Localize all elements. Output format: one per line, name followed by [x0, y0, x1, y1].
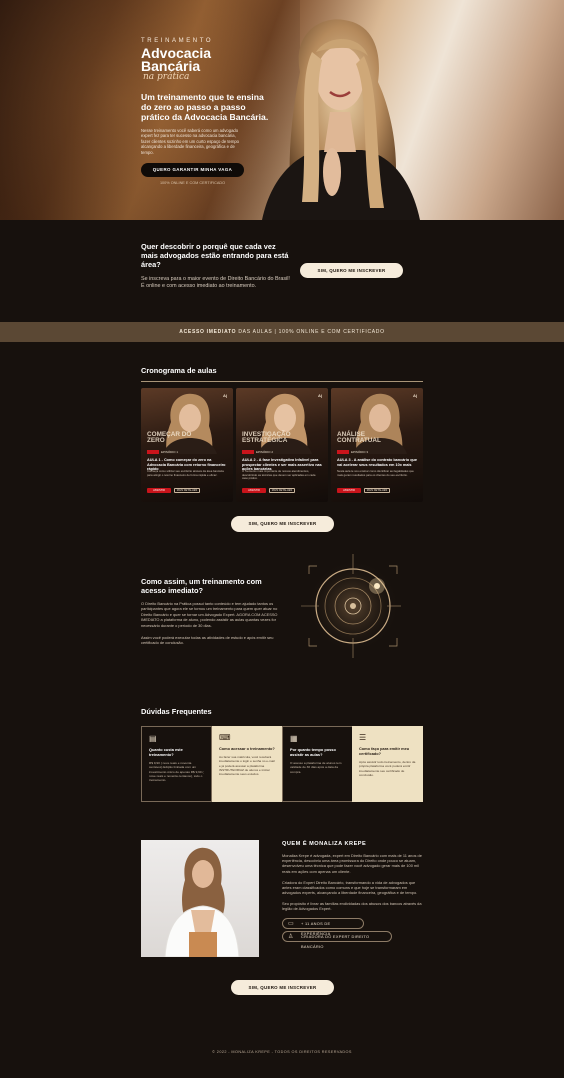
lesson-card-1-big-title: COMEÇAR DO ZERO — [147, 431, 192, 445]
hero-content: TREINAMENTO Advocacia Bancária na prátic… — [141, 38, 269, 185]
faq-item-duration: ▦ Por quanto tempo posso assistir as aul… — [282, 726, 353, 802]
lesson-card-1-tag-marker — [147, 450, 159, 454]
lesson-card-3[interactable]: A| ANÁLISE CONTRATUAL EPISÓDIO 3 AULA 3 … — [331, 388, 423, 502]
lesson-card-2-description: O momento mais importante de nossos aten… — [242, 469, 316, 481]
lesson-card-2-watch-button[interactable]: ASSISTIR — [242, 488, 266, 493]
faq-question: Como acessar o treinamento? — [219, 746, 275, 751]
certificate-icon: ☰ — [359, 733, 367, 742]
why-section: Quer descobrir o porquê que cada vez mai… — [0, 220, 564, 322]
creator-badge-label: CRIADORA DO EXPERT DIREITO BANCÁRIO — [301, 934, 370, 949]
faq-answer: Ao fazer sua matrícula, você receberá im… — [219, 755, 275, 777]
about-subscribe-button[interactable]: SIM, QUERO ME INSCREVER — [231, 980, 334, 995]
faq-item-access: ⌨ Como acessar o treinamento? Ao fazer s… — [212, 726, 283, 802]
about-heading: QUEM É MONALIZA KREPE — [282, 841, 367, 847]
faq-item-certificate: ☰ Como faço para emitir meu certificado?… — [352, 726, 423, 802]
money-icon: ▤ — [149, 734, 157, 743]
lesson-card-3-tag-marker — [337, 450, 349, 454]
creator-badge: ♙ CRIADORA DO EXPERT DIREITO BANCÁRIO — [282, 931, 392, 949]
experience-badge: ▭ + 11 ANOS DE EXPERIÊNCIA — [282, 918, 364, 936]
lesson-card-3-description: Nesta aula te vou ensinar como identific… — [337, 469, 414, 477]
why-body: Se inscreva para o maior evento de Direi… — [141, 276, 290, 289]
footer-copyright: © 2022 - MONALIZA KREPE - TODOS OS DIREI… — [212, 1050, 352, 1054]
hero-section: TREINAMENTO Advocacia Bancária na prátic… — [0, 0, 564, 220]
briefcase-icon: ▭ — [288, 921, 294, 927]
hero-script-text: na prática — [143, 72, 190, 82]
banner-bold-text: ACESSO IMEDIATO — [179, 329, 237, 335]
lesson-card-1-watch-button[interactable]: ASSISTIR — [147, 488, 171, 493]
faq-answer: Após assistir todo treinamento, dentro d… — [359, 760, 416, 777]
about-photo — [141, 840, 259, 957]
faq-title: Dúvidas Frequentes — [141, 707, 212, 716]
lesson-card-3-title: AULA 3 - A análise do contrato bancário … — [337, 458, 417, 467]
access-heading: Como assim, um treinamento com acesso im… — [141, 577, 262, 596]
schedule-subscribe-button[interactable]: SIM, QUERO ME INSCREVER — [231, 516, 334, 532]
hero-eyebrow: TREINAMENTO — [141, 38, 214, 44]
person-icon: ♙ — [288, 934, 294, 940]
faq-item-cost: ▤ Quanto custa este treinamento? R$ 9,90… — [141, 726, 212, 802]
lesson-card-1[interactable]: A| COMEÇAR DO ZERO EPISÓDIO 1 AULA 1 - C… — [141, 388, 233, 502]
faq-question: Quanto custa este treinamento? — [149, 747, 183, 757]
hero-headline: Um treinamento que te ensina do zero ao … — [141, 92, 269, 122]
lesson-card-1-logo: A| — [222, 393, 227, 398]
faq-answer: O acesso a plataforma de alunos tem vali… — [290, 761, 342, 774]
faq-answer: R$ 9,90 ( nove reais e noventa centavos)… — [149, 761, 204, 783]
subscribe-button[interactable]: SIM, QUERO ME INSCREVER — [300, 263, 403, 278]
banner-text: DAS AULAS | 100% ONLINE E COM CERTIFICAD… — [236, 329, 385, 335]
calendar-icon: ▦ — [290, 734, 298, 743]
lesson-card-3-logo: A| — [412, 393, 417, 398]
why-heading: Quer descobrir o porquê que cada vez mai… — [141, 242, 289, 270]
laptop-icon: ⌨ — [219, 733, 231, 742]
lesson-card-2-tag-marker — [242, 450, 254, 454]
about-photo-illustration — [164, 847, 240, 957]
lesson-card-2[interactable]: A| INVESTIGAÇÃO ESTRATÉGICA EPISÓDIO 2 A… — [236, 388, 328, 502]
hero-title: Advocacia Bancária — [141, 46, 269, 73]
lesson-card-3-episode: EPISÓDIO 3 — [351, 450, 369, 454]
lesson-card-2-episode: EPISÓDIO 2 — [256, 450, 274, 454]
access-body-2: Assim você poderá executar todas as ativ… — [141, 635, 274, 646]
lesson-card-2-details-button[interactable]: MAIS DETALHES — [269, 488, 295, 493]
lesson-card-3-big-title: ANÁLISE CONTRATUAL — [337, 431, 381, 445]
lesson-card-2-logo: A| — [317, 393, 322, 398]
about-paragraph-3: Seu propósito é livrar as famílias endiv… — [282, 901, 422, 912]
hero-portrait-image — [262, 19, 420, 220]
about-paragraph-1: Monaliza Krepe é advogada, expert em Dir… — [282, 853, 422, 874]
lesson-card-2-big-title: INVESTIGAÇÃO ESTRATÉGICA — [242, 431, 291, 445]
lesson-card-1-episode: EPISÓDIO 1 — [161, 450, 179, 454]
guarantee-spot-button[interactable]: QUERO GARANTIR MINHA VAGA — [141, 163, 244, 178]
access-banner: ACESSO IMEDIATO DAS AULAS | 100% ONLINE … — [0, 322, 564, 342]
schedule-title: Cronograma de aulas — [141, 366, 217, 375]
access-body: O Direito Bancário na Prática possui tan… — [141, 601, 278, 628]
about-paragraph-2: Criadora do Expert Direito Bancário, tra… — [282, 880, 418, 896]
lesson-card-3-watch-button[interactable]: ASSISTIR — [337, 488, 361, 493]
hero-note: 100% ONLINE E COM CERTIFICADO — [159, 181, 226, 186]
schedule-divider — [141, 381, 423, 382]
lesson-card-3-details-button[interactable]: MAIS DETALHES — [364, 488, 390, 493]
faq-question: Como faço para emitir meu certificado? — [359, 746, 410, 756]
lesson-card-1-details-button[interactable]: MAIS DETALHES — [174, 488, 200, 493]
target-reticle-icon — [301, 554, 401, 658]
faq-question: Por quanto tempo posso assistir as aulas… — [290, 747, 336, 757]
hero-body: Nesse treinamento você saberá como um ad… — [141, 128, 239, 155]
lesson-card-1-description: Conheça como utilizar seu escritório atr… — [147, 469, 224, 477]
